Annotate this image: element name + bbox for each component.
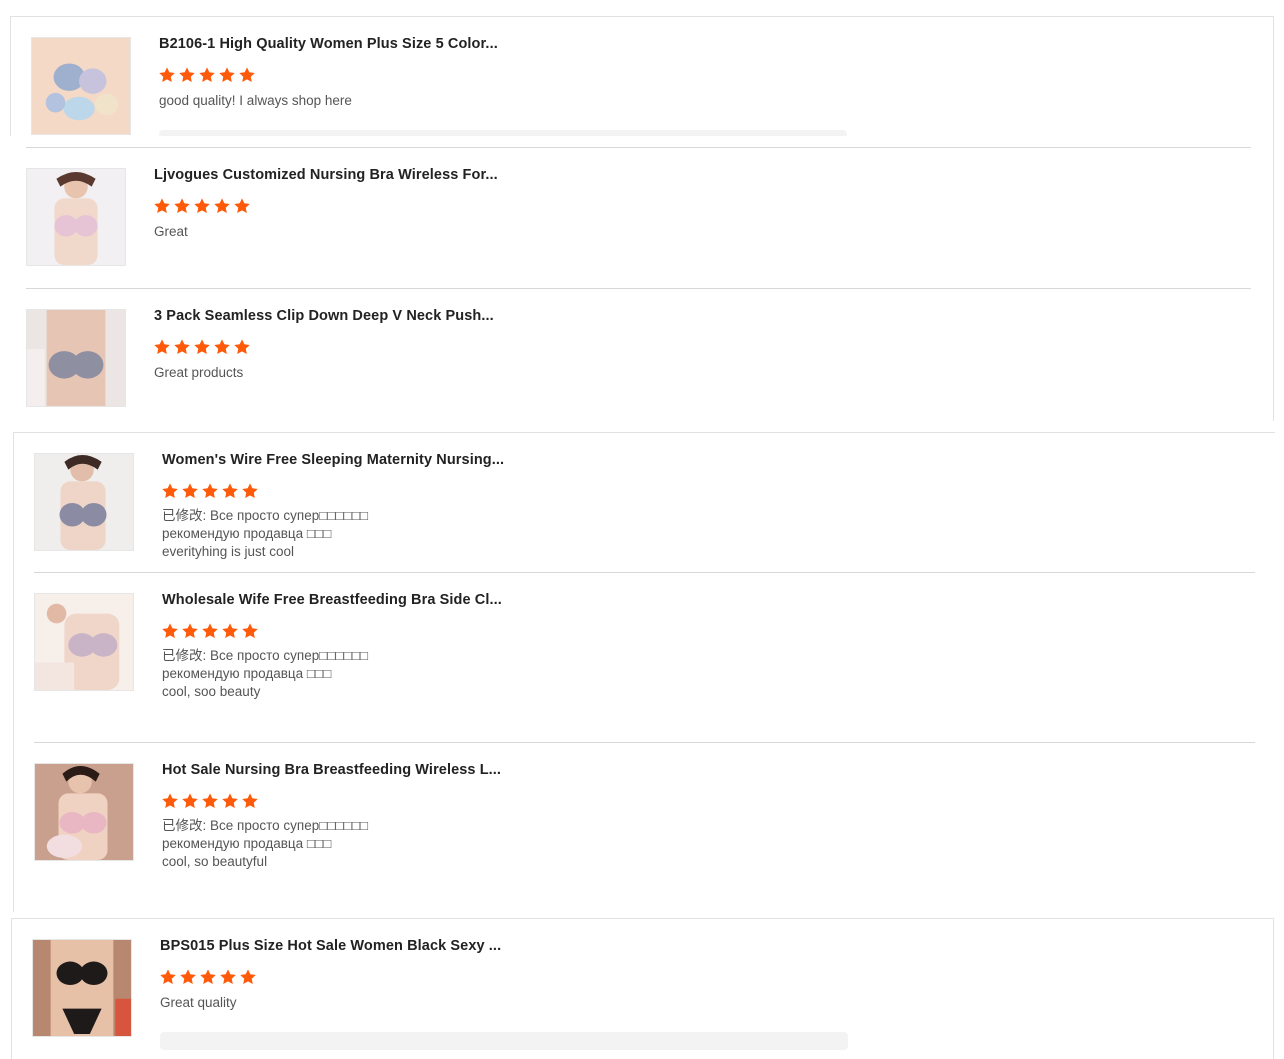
divider [34,742,1255,743]
review-comment: good quality! I always shop here [159,93,352,108]
product-title[interactable]: B2106-1 High Quality Women Plus Size 5 C… [159,36,498,52]
star-icon [153,338,171,356]
star-icon [233,338,251,356]
panel-border [1273,16,1274,136]
star-icon [153,197,171,215]
panel-border [10,16,11,136]
star-icon [219,968,237,986]
product-thumbnail-black-lingerie[interactable] [32,939,132,1037]
panel-border [11,918,1274,919]
panel-border [1273,136,1274,421]
review-comment: Great [154,224,188,239]
panel-border [11,918,12,1059]
star-icon [241,622,259,640]
star-icon [178,66,196,84]
star-rating [161,622,259,642]
review-comment: 已修改: Все просто супер□□□□□□ рекомендую п… [162,648,369,699]
star-icon [161,792,179,810]
panel-border [13,432,1275,433]
star-icon [213,197,231,215]
product-thumbnail-gray-bra[interactable] [26,309,126,407]
review-comment: 已修改: Все просто супер□□□□□□ рекомендую п… [162,508,369,559]
review-comment: Great quality [160,995,237,1010]
star-rating [161,482,259,502]
star-icon [221,482,239,500]
product-thumbnail-bras-group[interactable] [31,37,131,135]
star-icon [201,482,219,500]
star-icon [213,338,231,356]
product-thumbnail-gray-nursing-bra[interactable] [34,453,134,551]
star-icon [241,482,259,500]
star-icon [161,482,179,500]
star-rating [159,968,257,988]
star-icon [221,792,239,810]
product-title[interactable]: 3 Pack Seamless Clip Down Deep V Neck Pu… [154,308,494,324]
star-icon [173,338,191,356]
star-rating [158,66,256,86]
review-image-strip [160,1032,848,1050]
star-icon [173,197,191,215]
product-thumbnail-pink-bra[interactable] [26,168,126,266]
product-thumbnail-lace-bra[interactable] [34,593,134,691]
product-title[interactable]: Ljvogues Customized Nursing Bra Wireless… [154,167,498,183]
star-icon [233,197,251,215]
divider [26,288,1251,289]
star-rating [161,792,259,812]
divider [26,147,1251,148]
panel-border [1273,918,1274,1059]
panel-border [13,432,14,912]
star-icon [201,622,219,640]
star-icon [193,197,211,215]
star-icon [241,792,259,810]
star-icon [198,66,216,84]
product-title[interactable]: Women's Wire Free Sleeping Maternity Nur… [162,452,504,468]
star-icon [181,482,199,500]
star-icon [181,792,199,810]
star-icon [239,968,257,986]
star-rating [153,197,251,217]
divider [34,572,1255,573]
star-icon [158,66,176,84]
star-icon [193,338,211,356]
star-icon [199,968,217,986]
star-icon [179,968,197,986]
star-icon [221,622,239,640]
review-comment: Great products [154,365,244,380]
star-icon [159,968,177,986]
star-icon [218,66,236,84]
star-icon [201,792,219,810]
review-comment: 已修改: Все просто супер□□□□□□ рекомендую п… [162,818,369,869]
product-title[interactable]: BPS015 Plus Size Hot Sale Women Black Se… [160,938,501,954]
product-thumbnail-pink-nursing-bra[interactable] [34,763,134,861]
product-title[interactable]: Wholesale Wife Free Breastfeeding Bra Si… [162,592,502,608]
star-icon [238,66,256,84]
star-rating [153,338,251,358]
star-icon [161,622,179,640]
product-title[interactable]: Hot Sale Nursing Bra Breastfeeding Wirel… [162,762,501,778]
star-icon [181,622,199,640]
panel-border [10,16,1274,17]
